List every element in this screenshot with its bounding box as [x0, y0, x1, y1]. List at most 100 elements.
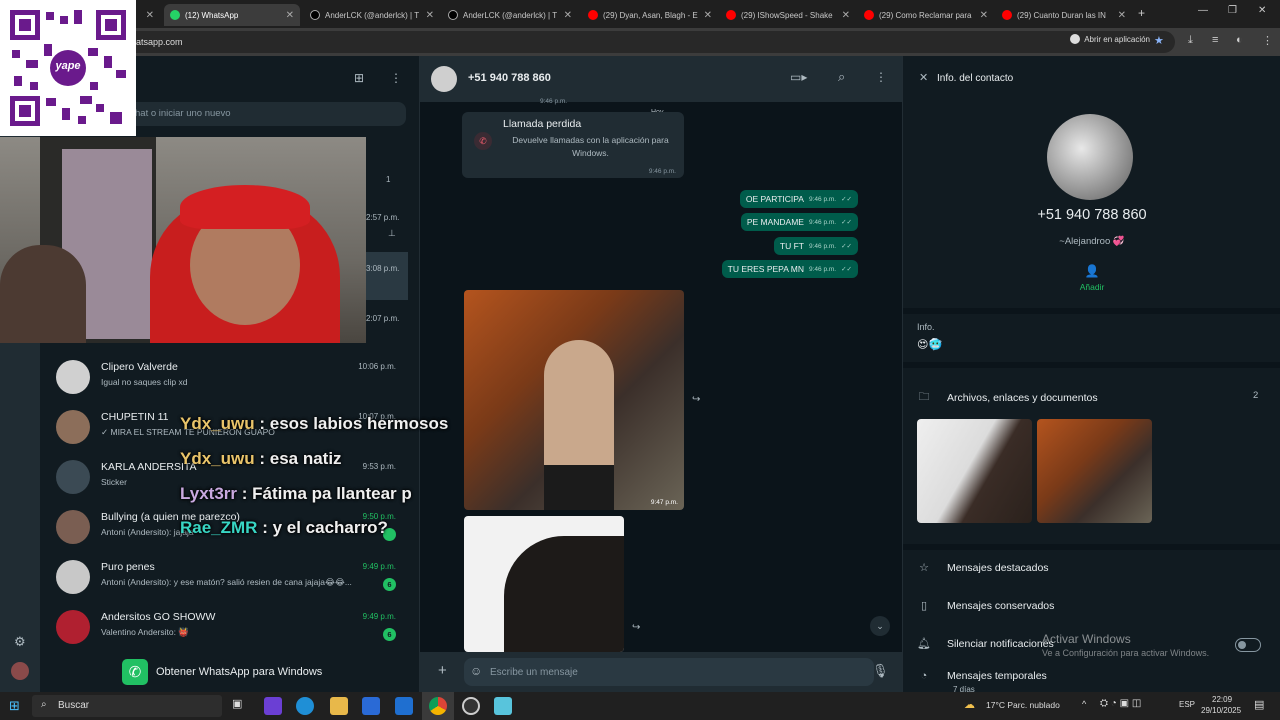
missed-call-bubble[interactable]: ✆ Llamada perdida Devuelve llamadas con …: [462, 112, 684, 178]
mute-toggle[interactable]: [1235, 638, 1261, 652]
tab-tiktok-2[interactable]: AnderLCK (@anderlck) | T ✕: [442, 4, 578, 26]
outgoing-message[interactable]: TU ERES PEPA MN 9:46 p.m. ✓✓: [721, 260, 858, 278]
chat-row[interactable]: Andersitos GO SHOWW Valentino Andersito:…: [40, 602, 420, 652]
open-in-app-button[interactable]: Abrir en aplicación: [1070, 31, 1150, 47]
scroll-down-button[interactable]: ⌄: [870, 616, 890, 636]
outgoing-message[interactable]: PE MANDAME 9:46 p.m. ✓✓: [740, 213, 858, 231]
tab-whatsapp[interactable]: (12) WhatsApp ✕: [164, 4, 300, 26]
download-icon[interactable]: ⤓: [1188, 34, 1193, 47]
chrome-icon[interactable]: [429, 697, 447, 715]
chat-row[interactable]: Clipero Valverde Igual no saques clip xd…: [40, 352, 420, 402]
tray-arrow-icon[interactable]: ^: [1082, 699, 1086, 709]
chat-row[interactable]: Puro penes Antoni (Andersito): y ese mat…: [40, 552, 420, 602]
language-indicator[interactable]: ESP: [1179, 700, 1195, 709]
double-check-icon: ✓✓: [841, 219, 852, 226]
close-icon[interactable]: ✕: [1118, 10, 1126, 21]
menu-dots-icon[interactable]: ⋮: [1262, 34, 1273, 47]
tray-icons[interactable]: ⛭ ◔ ▣ ◫: [1100, 698, 1141, 709]
close-icon[interactable]: ✕: [286, 10, 294, 21]
minimize-icon[interactable]: —: [1198, 5, 1208, 16]
contact-name[interactable]: +51 940 788 860: [468, 72, 551, 84]
mute-notifications-row[interactable]: 🔔︎ Silenciar notificaciones: [917, 637, 1054, 651]
task-view-icon[interactable]: ▣: [232, 697, 250, 715]
outgoing-message[interactable]: OE PARTICIPA 9:46 p.m. ✓✓: [739, 190, 858, 208]
yape-qr-code: yape: [0, 0, 136, 136]
menu-dots-icon[interactable]: ⋮: [390, 71, 402, 85]
missed-call-icon: ✆: [474, 132, 492, 150]
photo-shorts: [544, 465, 614, 510]
tiktok-icon: [310, 10, 320, 20]
microphone-icon[interactable]: 🎙: [872, 663, 889, 679]
toggle-knob: [1238, 641, 1246, 649]
media-icon[interactable]: ≡: [1212, 34, 1218, 46]
settings-icon[interactable]: ⚙: [14, 634, 26, 650]
tab-label: (29) IShowSpeed - Shake: [741, 10, 833, 20]
outlook-icon[interactable]: [395, 697, 413, 715]
unread-badge: 6: [383, 578, 396, 591]
outgoing-message[interactable]: TU FT 9:46 p.m. ✓✓: [773, 237, 858, 255]
obs-icon[interactable]: [462, 697, 480, 715]
tab-youtube-1[interactable]: (29) Dyan, Asan, Blagh - E ✕: [582, 4, 718, 26]
close-icon[interactable]: ✕: [842, 10, 850, 21]
menu-dots-icon[interactable]: ⋮: [875, 70, 887, 84]
starred-messages-row[interactable]: ☆ Mensajes destacados: [917, 561, 1049, 575]
image-message[interactable]: [464, 516, 624, 652]
double-check-icon: ✓✓: [841, 243, 852, 250]
chat-time: 10:06 p.m.: [358, 362, 396, 371]
address-bar[interactable]: atsapp.com: [100, 31, 1175, 53]
tab-youtube-3[interactable]: (29) Como Reclamar para ✕: [858, 4, 994, 26]
close-icon[interactable]: ✕: [704, 10, 712, 21]
close-icon[interactable]: ✕: [980, 10, 988, 21]
bookmark-star-icon[interactable]: ★: [1154, 34, 1164, 47]
media-thumbnail[interactable]: [1037, 419, 1152, 523]
forward-icon[interactable]: ↪: [692, 394, 700, 405]
chat-header[interactable]: +51 940 788 860 ▭▸ ⌕ ⋮: [420, 56, 902, 102]
message-text: PE MANDAME: [746, 217, 804, 227]
open-in-app-label: Abrir en aplicación: [1084, 34, 1150, 44]
avatar: [56, 460, 90, 494]
edge-icon[interactable]: [296, 697, 314, 715]
disappearing-messages-row[interactable]: ◔ Mensajes temporales: [917, 670, 1047, 682]
media-thumbnail[interactable]: [917, 419, 1032, 523]
kept-messages-row[interactable]: ▯ Mensajes conservados: [917, 599, 1054, 613]
tab-tiktok-1[interactable]: AnderLCK (@anderlck) | T ✕: [304, 4, 440, 26]
files-links-docs-row[interactable]: 🗀 Archivos, enlaces y documentos: [917, 388, 1098, 407]
message-input[interactable]: Escribe un mensaje: [464, 658, 874, 686]
person-left: [0, 245, 86, 343]
store-icon[interactable]: [362, 697, 380, 715]
new-tab-icon[interactable]: +: [1138, 6, 1145, 20]
video-call-icon[interactable]: ▭▸: [790, 70, 807, 84]
sticker-icon[interactable]: ☺: [470, 664, 482, 678]
close-icon[interactable]: ✕: [919, 71, 928, 84]
clock-date[interactable]: 29/10/2025: [1201, 706, 1241, 715]
close-icon[interactable]: ✕: [146, 10, 154, 21]
get-whatsapp-for-windows-link[interactable]: ✆ Obtener WhatsApp para Windows: [122, 659, 322, 685]
notification-icon[interactable]: ▤: [1254, 698, 1264, 711]
contact-avatar-large[interactable]: [1047, 114, 1133, 200]
clock-time[interactable]: 22:09: [1212, 695, 1232, 704]
forward-icon[interactable]: ↪: [632, 622, 640, 633]
taskbar-search-label: Buscar: [58, 700, 90, 711]
copilot-icon[interactable]: [264, 697, 282, 715]
attach-plus-icon[interactable]: +: [438, 662, 447, 679]
close-window-icon[interactable]: ✕: [1258, 5, 1266, 16]
file-explorer-icon[interactable]: [330, 697, 348, 715]
windows-start-icon[interactable]: ⊞: [9, 698, 20, 714]
image-message[interactable]: 9:47 p.m.: [464, 290, 684, 510]
profile-avatar[interactable]: [11, 662, 29, 680]
avatar: [56, 410, 90, 444]
new-chat-icon[interactable]: ⊞: [354, 71, 364, 85]
close-icon[interactable]: ✕: [564, 10, 572, 21]
search-icon[interactable]: ⌕: [838, 69, 845, 85]
add-contact-button[interactable]: 👤 Añadir: [1067, 264, 1117, 292]
restore-icon[interactable]: ❐: [1228, 5, 1237, 16]
profile-icon[interactable]: ◐: [1236, 34, 1243, 46]
tab-youtube-4[interactable]: (29) Cuanto Duran las IN ✕: [996, 4, 1132, 26]
tab-youtube-2[interactable]: (29) IShowSpeed - Shake ✕: [720, 4, 856, 26]
taskbar-search[interactable]: Buscar: [32, 695, 222, 717]
selected-chat-row[interactable]: [366, 252, 408, 300]
app-icon[interactable]: [494, 697, 512, 715]
close-icon[interactable]: ✕: [426, 10, 434, 21]
weather-text[interactable]: 17°C Parc. nublado: [986, 700, 1060, 710]
contact-avatar[interactable]: [431, 66, 457, 92]
